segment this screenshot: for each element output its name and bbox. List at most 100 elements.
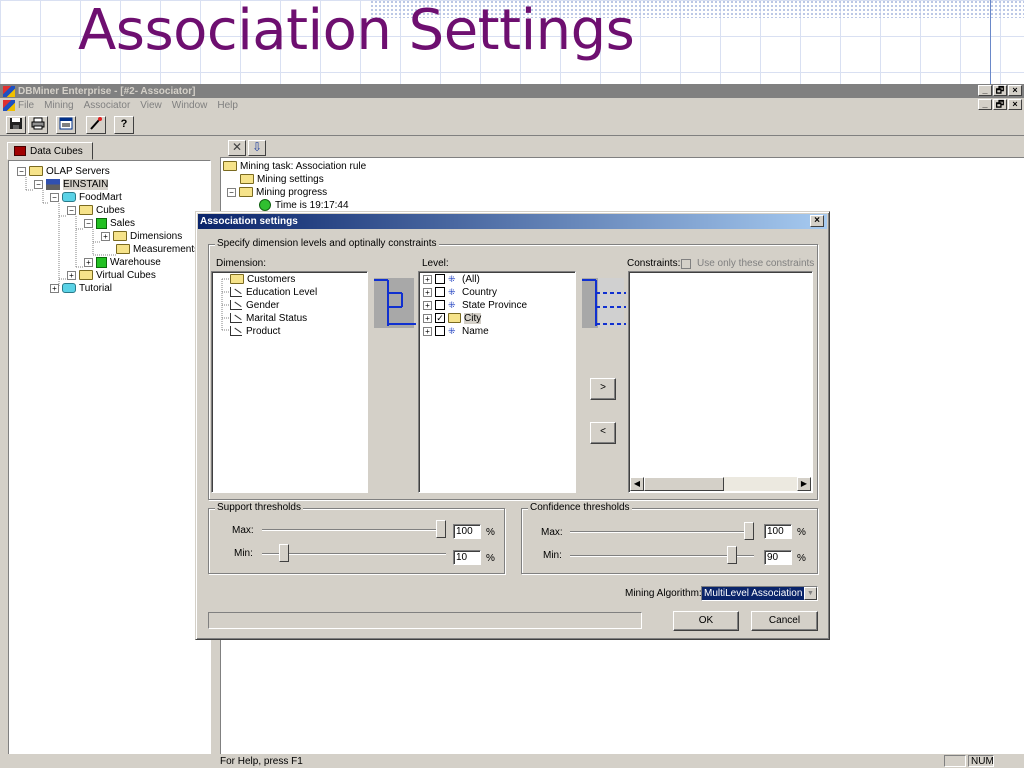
task-item-mining-settings[interactable]: Mining settings: [240, 173, 324, 185]
level-item-state-province[interactable]: + ⁜ State Province: [423, 299, 527, 311]
minimize-button[interactable]: _: [978, 85, 992, 96]
level-checkbox-checked[interactable]: ✓: [435, 313, 445, 323]
window-title: DBMiner Enterprise - [#2- Associator]: [18, 85, 196, 97]
tree-item-einstain[interactable]: − EINSTAIN: [34, 178, 109, 190]
dialog-close-button[interactable]: ×: [810, 215, 824, 227]
print-icon[interactable]: [28, 116, 48, 134]
dimension-item-marital-status[interactable]: Marital Status: [230, 312, 307, 324]
menu-file[interactable]: File: [18, 100, 34, 111]
collapse-icon[interactable]: −: [50, 192, 59, 202]
scroll-thumb[interactable]: [644, 477, 724, 491]
confidence-min-thumb[interactable]: [726, 546, 737, 564]
support-max-thumb[interactable]: [436, 520, 446, 538]
confidence-max-input[interactable]: 100: [764, 524, 792, 539]
support-min-slider[interactable]: [262, 553, 446, 555]
expand-icon[interactable]: +: [67, 270, 76, 280]
level-item-country[interactable]: + ⁜ Country: [423, 286, 497, 298]
tree-item-cubes[interactable]: − Cubes: [67, 204, 125, 216]
algorithm-select[interactable]: MultiLevel Association ▼: [701, 586, 818, 601]
child-restore-button[interactable]: 🗗: [993, 99, 1007, 110]
dimension-item-education-level[interactable]: Education Level: [230, 286, 317, 298]
level-label: Level:: [422, 258, 449, 269]
expand-icon[interactable]: +: [50, 283, 59, 293]
task-item-time[interactable]: Time is 19:17:44: [259, 199, 349, 211]
expand-icon[interactable]: +: [101, 231, 110, 241]
status-help-text: For Help, press F1: [220, 755, 303, 767]
child-minimize-button[interactable]: _: [978, 99, 992, 110]
menu-window[interactable]: Window: [172, 100, 208, 111]
tree-item-measurements[interactable]: Measurements: [116, 243, 199, 255]
dialog-title-bar[interactable]: Association settings ×: [198, 214, 827, 229]
support-max-label: Max:: [232, 525, 254, 536]
run-icon[interactable]: ⇩: [248, 140, 266, 156]
child-close-button[interactable]: ×: [1008, 99, 1022, 110]
level-checkbox[interactable]: [435, 300, 445, 310]
tree-item-dimensions[interactable]: + Dimensions: [101, 230, 182, 242]
expand-icon[interactable]: +: [423, 300, 432, 310]
tree-item-sales[interactable]: − Sales: [84, 217, 135, 229]
constraints-list[interactable]: ◀ ▶: [628, 271, 813, 493]
scroll-left-icon[interactable]: ◀: [630, 477, 644, 491]
use-only-constraints-label: Use only these constraints: [697, 258, 815, 269]
menu-view[interactable]: View: [140, 100, 162, 111]
confidence-max-slider[interactable]: [570, 531, 754, 533]
tree-item-warehouse[interactable]: + Warehouse: [84, 256, 161, 268]
collapse-icon[interactable]: −: [84, 218, 93, 228]
association-settings-dialog: Association settings × Specify dimension…: [195, 211, 830, 640]
dimension-list[interactable]: Customers Education Level Gender Marital…: [211, 271, 368, 493]
collapse-icon[interactable]: −: [227, 187, 236, 197]
remove-constraint-button[interactable]: <: [590, 422, 616, 444]
wand-icon[interactable]: [86, 116, 106, 134]
collapse-icon[interactable]: −: [67, 205, 76, 215]
support-min-thumb[interactable]: [279, 544, 290, 562]
help-icon[interactable]: ?: [114, 116, 134, 134]
data-cubes-tree[interactable]: − OLAP Servers − EINSTAIN − FoodMart − C…: [8, 160, 211, 760]
confidence-min-input[interactable]: 90: [764, 550, 792, 565]
collapse-icon[interactable]: −: [17, 166, 26, 176]
support-max-slider[interactable]: [262, 529, 446, 531]
chevron-down-icon[interactable]: ▼: [804, 587, 817, 600]
support-max-input[interactable]: 100: [453, 524, 481, 539]
confidence-max-thumb[interactable]: [744, 522, 754, 540]
cancel-button[interactable]: Cancel: [751, 611, 818, 631]
level-checkbox[interactable]: [435, 326, 445, 336]
delete-icon[interactable]: ✕: [228, 140, 246, 156]
expand-icon[interactable]: +: [423, 313, 432, 323]
menu-mining[interactable]: Mining: [44, 100, 73, 111]
level-item-name[interactable]: + ⁜ Name: [423, 325, 489, 337]
level-item-all[interactable]: + ⁜ (All): [423, 273, 480, 285]
tree-item-olap-servers[interactable]: − OLAP Servers: [17, 165, 110, 177]
tree-item-tutorial[interactable]: + Tutorial: [50, 282, 112, 294]
save-icon[interactable]: [6, 116, 26, 134]
close-button[interactable]: ×: [1008, 85, 1022, 96]
support-min-input[interactable]: 10: [453, 550, 481, 565]
level-checkbox[interactable]: [435, 287, 445, 297]
dimension-item-customers[interactable]: Customers: [230, 273, 295, 285]
task-item-mining-progress[interactable]: − Mining progress: [227, 186, 327, 198]
level-checkbox[interactable]: [435, 274, 445, 284]
expand-icon[interactable]: +: [84, 257, 93, 267]
level-list[interactable]: + ⁜ (All) + ⁜ Country + ⁜ State Province…: [418, 271, 576, 493]
folder-icon: [239, 187, 253, 197]
menu-associator[interactable]: Associator: [84, 100, 131, 111]
tree-item-virtual-cubes[interactable]: + Virtual Cubes: [67, 269, 156, 281]
expand-icon[interactable]: +: [423, 326, 432, 336]
add-constraint-button[interactable]: >: [590, 378, 616, 400]
task-item-mining-task[interactable]: Mining task: Association rule: [223, 160, 366, 172]
ok-button[interactable]: OK: [673, 611, 739, 631]
scroll-right-icon[interactable]: ▶: [797, 477, 811, 491]
expand-icon[interactable]: +: [423, 287, 432, 297]
dimension-item-product[interactable]: Product: [230, 325, 280, 337]
restore-button[interactable]: 🗗: [993, 85, 1007, 96]
tree-item-foodmart[interactable]: − FoodMart: [50, 191, 122, 203]
collapse-icon[interactable]: −: [34, 179, 43, 189]
use-only-constraints-checkbox[interactable]: Use only these constraints: [681, 258, 814, 269]
level-item-city[interactable]: + ✓ City: [423, 312, 482, 324]
menu-help[interactable]: Help: [217, 100, 238, 111]
app-title-bar[interactable]: DBMiner Enterprise - [#2- Associator] _ …: [0, 84, 1024, 98]
properties-icon[interactable]: [56, 116, 76, 134]
expand-icon[interactable]: +: [423, 274, 432, 284]
tab-data-cubes[interactable]: Data Cubes: [7, 142, 93, 160]
dimension-item-gender[interactable]: Gender: [230, 299, 279, 311]
constraints-scrollbar[interactable]: ◀ ▶: [630, 477, 811, 491]
